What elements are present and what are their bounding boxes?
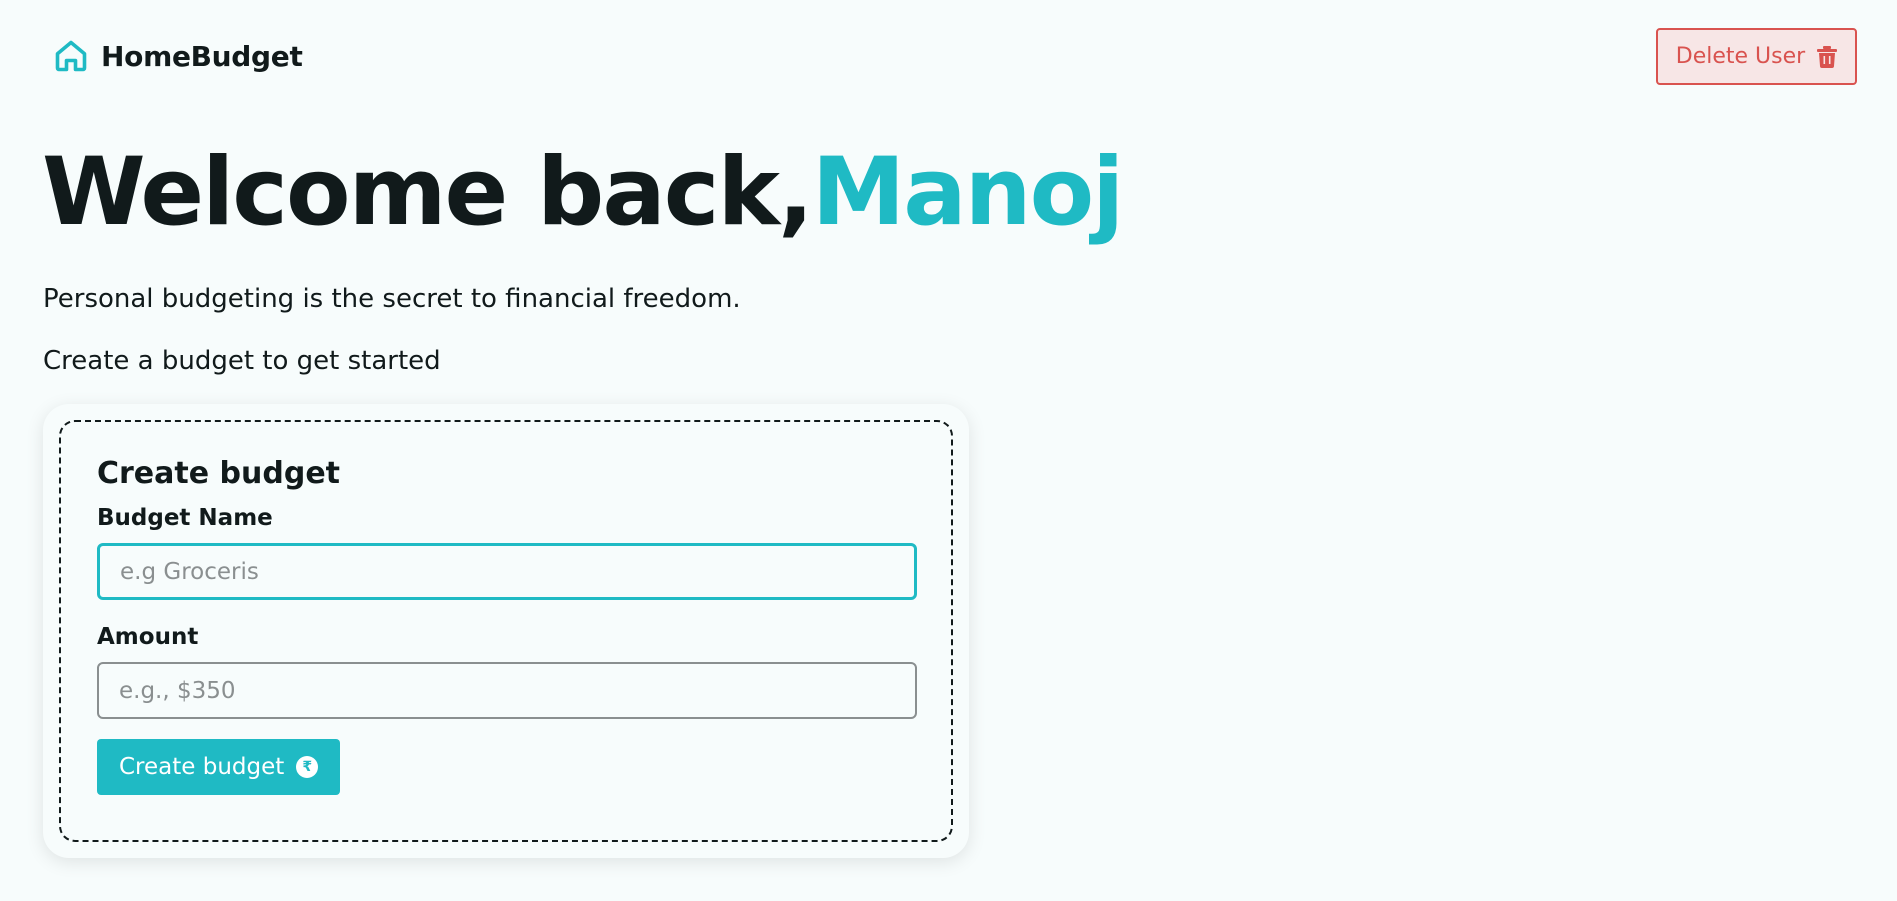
create-budget-label: Create budget — [119, 754, 285, 780]
amount-label: Amount — [97, 624, 199, 650]
create-budget-form: Create budget Budget Name Amount Create … — [59, 420, 953, 842]
form-title: Create budget — [97, 456, 341, 491]
get-started-text: Create a budget to get started — [43, 346, 441, 376]
welcome-heading: Welcome back,Manoj — [42, 146, 1124, 240]
home-icon — [53, 38, 89, 74]
home-link[interactable]: HomeBudget — [53, 38, 303, 74]
tagline: Personal budgeting is the secret to fina… — [43, 284, 741, 314]
budget-name-input[interactable] — [97, 543, 917, 600]
trash-icon — [1817, 45, 1838, 68]
delete-user-label: Delete User — [1675, 44, 1806, 69]
brand-name: HomeBudget — [101, 39, 303, 73]
rupee-coin-icon: ₹ — [296, 756, 319, 778]
create-budget-card: Create budget Budget Name Amount Create … — [43, 404, 969, 858]
budget-name-group: Budget Name — [97, 505, 917, 600]
amount-input[interactable] — [97, 662, 917, 719]
amount-group: Amount — [97, 624, 917, 719]
welcome-prefix: Welcome back, — [42, 138, 814, 247]
delete-user-button[interactable]: Delete User — [1656, 28, 1857, 85]
user-name: Manoj — [811, 138, 1125, 247]
budget-name-label: Budget Name — [97, 505, 273, 531]
create-budget-button[interactable]: Create budget ₹ — [97, 739, 341, 795]
